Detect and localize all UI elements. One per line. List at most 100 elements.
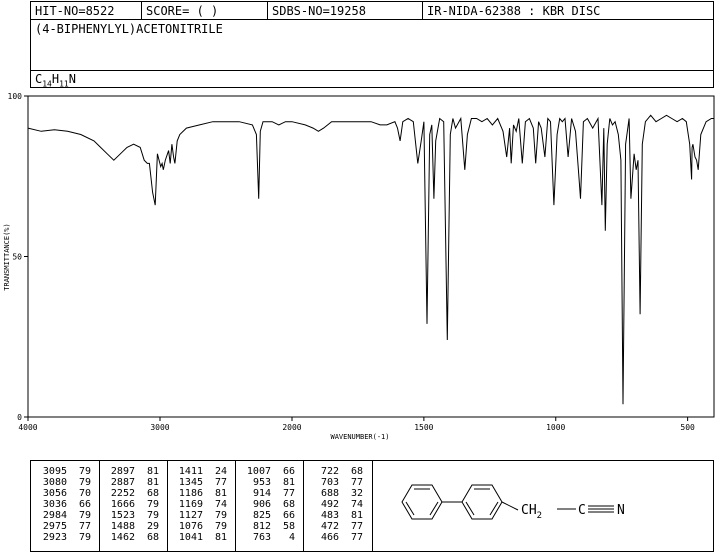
peak-wavenumber: 1411 xyxy=(178,466,203,477)
peak-transmittance: 77 xyxy=(282,488,295,499)
peak-wavenumber: 483 xyxy=(320,510,339,521)
peak-transmittance: 81 xyxy=(146,466,159,477)
peak-row: 906 68 xyxy=(241,499,301,510)
peak-row: 1186 81 xyxy=(173,488,233,499)
x-axis-ticks: 4000 3000 2000 1500 1000 500 xyxy=(18,417,695,432)
peak-row: 953 81 xyxy=(241,477,301,488)
peak-wavenumber: 763 xyxy=(252,532,271,543)
peak-row: 2923 79 xyxy=(37,532,97,543)
peak-row: 825 66 xyxy=(241,510,301,521)
peak-wavenumber: 3095 xyxy=(42,466,67,477)
nitrile-carbon-label: C xyxy=(578,503,586,518)
phenyl-ring xyxy=(401,484,443,520)
triple-bond xyxy=(588,505,614,513)
peak-column-divider xyxy=(235,461,236,551)
peak-wavenumber: 3080 xyxy=(42,477,67,488)
y-tick-label: 0 xyxy=(17,413,22,422)
peak-transmittance: 24 xyxy=(214,466,227,477)
peak-row: 1666 79 xyxy=(105,499,165,510)
peak-transmittance: 68 xyxy=(146,488,159,499)
peak-wavenumber: 2975 xyxy=(42,521,67,532)
peak-transmittance: 79 xyxy=(78,510,91,521)
peak-transmittance: 79 xyxy=(78,532,91,543)
peak-column: 1007 66 953 81 914 77 906 68 825 66 812 58 763 4 xyxy=(235,461,301,551)
peak-wavenumber: 3056 xyxy=(42,488,67,499)
peak-transmittance: 74 xyxy=(350,499,363,510)
y-tick-label: 50 xyxy=(12,253,22,262)
peak-wavenumber: 812 xyxy=(252,521,271,532)
peak-wavenumber: 1345 xyxy=(178,477,203,488)
x-tick-label: 1000 xyxy=(546,423,565,432)
peak-wavenumber: 466 xyxy=(320,532,339,543)
spectrum-series-line xyxy=(27,114,714,405)
ch2-label: CH2 xyxy=(521,503,542,521)
peak-wavenumber: 1186 xyxy=(178,488,203,499)
ring-ch2-bond xyxy=(501,501,519,511)
peak-wavenumber: 1488 xyxy=(110,521,135,532)
peak-column-divider xyxy=(303,461,304,551)
peak-transmittance: 81 xyxy=(350,510,363,521)
peak-row: 722 68 xyxy=(309,466,369,477)
x-axis-label: WAVENUMBER(-1) xyxy=(330,433,389,441)
peak-wavenumber: 472 xyxy=(320,521,339,532)
peak-row: 2887 81 xyxy=(105,477,165,488)
peak-transmittance: 77 xyxy=(350,521,363,532)
peak-row: 472 77 xyxy=(309,521,369,532)
peak-wavenumber: 1523 xyxy=(110,510,135,521)
peak-wavenumber: 722 xyxy=(320,466,339,477)
peak-transmittance: 79 xyxy=(78,466,91,477)
peak-column-divider xyxy=(99,461,100,551)
peak-row: 1462 68 xyxy=(105,532,165,543)
peak-transmittance: 70 xyxy=(78,488,91,499)
peak-transmittance: 68 xyxy=(350,466,363,477)
peak-column: 3095 79 3080 79 3056 70 3036 66 2984 79 2975 77 2923… xyxy=(37,466,97,543)
peak-transmittance: 68 xyxy=(282,499,295,510)
peak-row: 1041 81 xyxy=(173,532,233,543)
peak-transmittance: 81 xyxy=(146,477,159,488)
peak-row: 2252 68 xyxy=(105,488,165,499)
peak-wavenumber: 1462 xyxy=(110,532,135,543)
peak-row: 3095 79 xyxy=(37,466,97,477)
peak-table-box: 3095 79 3080 79 3056 70 3036 66 2984 79 2975 77 2923… xyxy=(30,460,714,552)
peak-transmittance: 74 xyxy=(214,499,227,510)
peak-wavenumber: 825 xyxy=(252,510,271,521)
peak-wavenumber: 914 xyxy=(252,488,271,499)
peak-transmittance: 79 xyxy=(214,521,227,532)
peak-column: 722 68 703 77 688 32 492 74 483 81 472 77 466 77 xyxy=(303,461,369,551)
peak-wavenumber: 688 xyxy=(320,488,339,499)
x-tick-label: 500 xyxy=(680,423,695,432)
peak-row: 1488 29 xyxy=(105,521,165,532)
peak-wavenumber: 953 xyxy=(252,477,271,488)
peak-transmittance: 81 xyxy=(282,477,295,488)
peak-transmittance: 77 xyxy=(78,521,91,532)
peak-row: 3056 70 xyxy=(37,488,97,499)
x-tick-label: 3000 xyxy=(150,423,169,432)
ir-spectrum-chart: 4000 3000 2000 1500 1000 500 0 50 100 WAVENUMBE… xyxy=(3,92,715,441)
peak-row: 2975 77 xyxy=(37,521,97,532)
peak-wavenumber: 3036 xyxy=(42,499,67,510)
y-tick-label: 100 xyxy=(8,92,23,101)
peak-transmittance: 32 xyxy=(350,488,363,499)
peak-row: 1411 24 xyxy=(173,466,233,477)
peak-row: 1169 74 xyxy=(173,499,233,510)
peak-row: 2984 79 xyxy=(37,510,97,521)
phenylene-ring xyxy=(461,484,503,520)
peak-row: 1345 77 xyxy=(173,477,233,488)
peak-row: 492 74 xyxy=(309,499,369,510)
peak-wavenumber: 906 xyxy=(252,499,271,510)
peak-transmittance: 79 xyxy=(146,499,159,510)
x-tick-label: 4000 xyxy=(18,423,37,432)
peak-column: 2897 81 2887 81 2252 68 1666 79 1523 79 1488 29 1462… xyxy=(99,461,165,551)
peak-row: 466 77 xyxy=(309,532,369,543)
peak-row: 1523 79 xyxy=(105,510,165,521)
peak-wavenumber: 1076 xyxy=(178,521,203,532)
peak-row: 812 58 xyxy=(241,521,301,532)
molecular-structure: CH2 C N xyxy=(401,484,625,521)
peak-transmittance: 77 xyxy=(350,477,363,488)
peak-wavenumber: 1127 xyxy=(178,510,203,521)
peak-row: 703 77 xyxy=(309,477,369,488)
peak-transmittance: 58 xyxy=(282,521,295,532)
peak-wavenumber: 1041 xyxy=(178,532,203,543)
x-tick-label: 1500 xyxy=(414,423,433,432)
peak-column: 1411 24 1345 77 1186 81 1169 74 1127 79 1076 79 1041… xyxy=(167,461,233,551)
